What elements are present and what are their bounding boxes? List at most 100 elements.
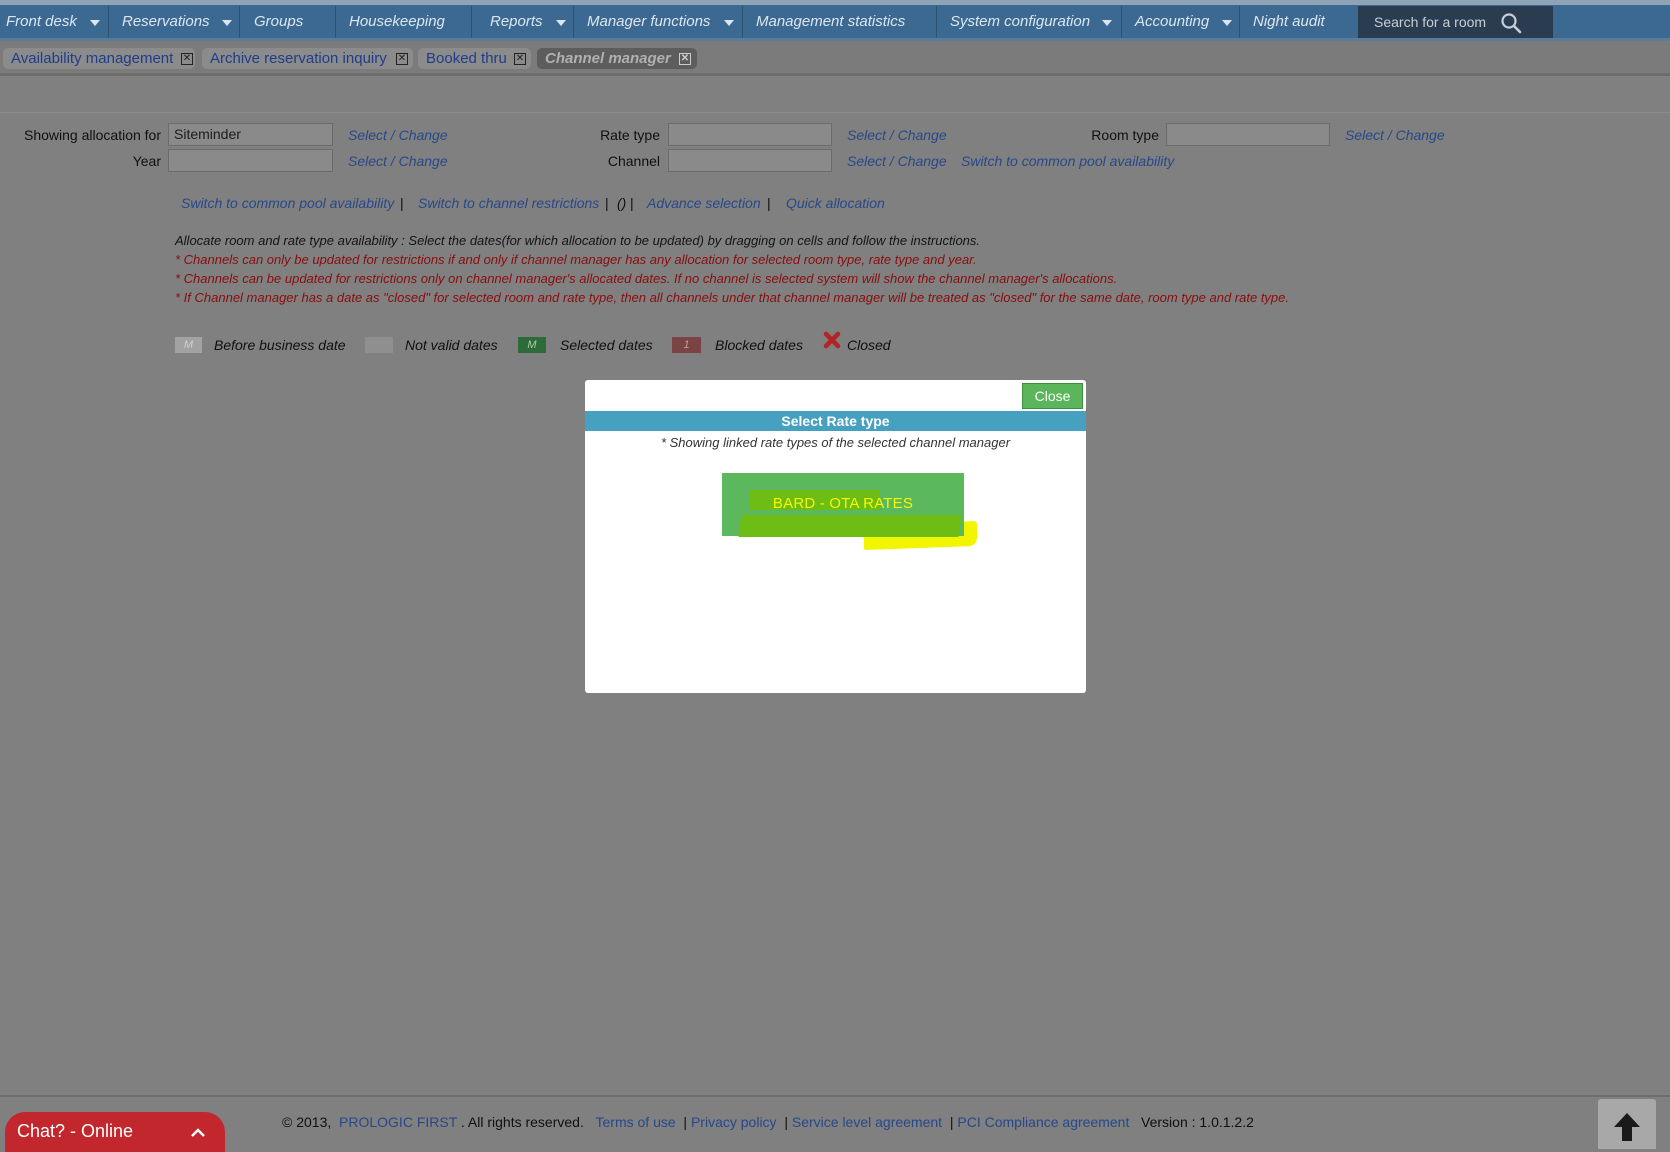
nav-label: System configuration (950, 13, 1091, 30)
nav-housekeeping[interactable]: Housekeeping (336, 6, 472, 38)
arrow-up-icon (1614, 1113, 1640, 1141)
chevron-down-icon (1102, 20, 1112, 26)
room-search-input[interactable]: Search for a room (1358, 6, 1553, 38)
legend-before-swatch: M (175, 337, 202, 353)
sla-link[interactable]: Service level agreement (792, 1114, 942, 1130)
close-icon[interactable]: ✕ (396, 53, 408, 65)
terms-link[interactable]: Terms of use (596, 1114, 676, 1130)
switch-restrictions-link[interactable]: Switch to channel restrictions (418, 195, 599, 211)
chevron-down-icon (556, 20, 566, 26)
legend-before-label: Before business date (214, 337, 346, 353)
switch-common-pool-link[interactable]: Switch to common pool availability (181, 195, 394, 211)
chevron-down-icon (222, 20, 232, 26)
tab-archive-reservation-inquiry[interactable]: Archive reservation inquiry ✕ (202, 48, 413, 69)
select-rate-type-dialog: Close Select Rate type * Showing linked … (585, 380, 1086, 693)
dialog-title: Select Rate type (585, 411, 1086, 431)
search-placeholder: Search for a room (1374, 14, 1487, 30)
nav-reservations[interactable]: Reservations (109, 6, 240, 38)
instructions-note: * Channels can be updated for restrictio… (175, 271, 1118, 286)
nav-label: Housekeeping (349, 13, 445, 30)
rate-type-label: Rate type (600, 127, 660, 143)
channel-select-link[interactable]: Select / Change (847, 153, 947, 169)
legend-selected-label: Selected dates (560, 337, 653, 353)
switch-common-pool-link[interactable]: Switch to common pool availability (961, 153, 1174, 169)
nav-label: Front desk (6, 13, 77, 30)
chevron-down-icon (1222, 20, 1232, 26)
rate-type-select-link[interactable]: Select / Change (847, 127, 947, 143)
copyright: © 2013, (282, 1114, 332, 1130)
channel-label: Channel (607, 153, 660, 169)
room-type-label: Room type (1091, 127, 1159, 143)
allocation-label: Showing allocation for (24, 127, 161, 143)
tab-label: Channel manager (545, 50, 671, 67)
year-field[interactable] (168, 149, 333, 172)
divider (0, 112, 1670, 113)
tab-booked-thru[interactable]: Booked thru ✕ (418, 48, 531, 69)
chat-label: Chat? - Online (17, 1121, 134, 1141)
allocation-field[interactable]: Siteminder (168, 123, 333, 146)
nav-management-statistics[interactable]: Management statistics (743, 6, 937, 38)
rate-type-field[interactable] (668, 123, 832, 146)
close-icon[interactable]: ✕ (679, 53, 691, 65)
nav-label: Manager functions (587, 13, 711, 30)
nav-label: Management statistics (756, 13, 906, 30)
instructions-note: * Channels can only be updated for restr… (175, 252, 977, 267)
allocation-select-link[interactable]: Select / Change (348, 127, 448, 143)
advance-selection-link[interactable]: Advance selection (647, 195, 761, 211)
tab-label: Archive reservation inquiry (210, 50, 387, 67)
privacy-link[interactable]: Privacy policy (691, 1114, 777, 1130)
nav-label: Groups (254, 13, 304, 30)
year-label: Year (132, 153, 161, 169)
main-nav: Front desk Reservations Groups Housekeep… (0, 0, 1670, 41)
nav-system-configuration[interactable]: System configuration (937, 6, 1122, 38)
instructions-note: * If Channel manager has a date as "clos… (175, 290, 1290, 305)
legend-invalid-swatch (365, 337, 393, 353)
search-icon[interactable] (1500, 12, 1522, 34)
closed-x-icon (823, 331, 841, 349)
room-type-field[interactable] (1166, 123, 1330, 146)
close-button[interactable]: Close (1022, 383, 1083, 409)
separator: | (605, 195, 609, 211)
nav-groups[interactable]: Groups (240, 6, 336, 38)
nav-front-desk[interactable]: Front desk (0, 6, 109, 38)
nav-accounting[interactable]: Accounting (1122, 6, 1240, 38)
pci-link[interactable]: PCI Compliance agreement (957, 1114, 1129, 1130)
tab-channel-manager[interactable]: Channel manager ✕ (537, 48, 697, 69)
nav-label: Reports (490, 13, 543, 30)
chevron-down-icon (90, 20, 100, 26)
highlight-marker (738, 515, 962, 537)
footer-divider (0, 1095, 1670, 1097)
legend-closed-label: Closed (847, 337, 891, 353)
empty-parens: () (617, 195, 627, 211)
nav-night-audit[interactable]: Night audit (1240, 6, 1358, 38)
tab-availability-management[interactable]: Availability management ✕ (3, 48, 195, 69)
close-icon[interactable]: ✕ (181, 53, 193, 65)
nav-reports[interactable]: Reports (472, 6, 574, 38)
chat-widget[interactable]: Chat? - Online (5, 1112, 225, 1152)
channel-field[interactable] (668, 149, 832, 172)
rate-option-button[interactable]: BARD - OTA RATES (722, 473, 964, 537)
close-icon[interactable]: ✕ (514, 53, 526, 65)
instructions-main: Allocate room and rate type availability… (175, 233, 981, 248)
legend-blocked-swatch: 1 (672, 337, 701, 353)
separator: | (630, 195, 634, 211)
nav-label: Night audit (1253, 13, 1325, 30)
chevron-down-icon (724, 20, 734, 26)
nav-label: Accounting (1135, 13, 1210, 30)
rate-option-label: BARD - OTA RATES (772, 495, 914, 512)
nav-top-strip (0, 0, 1670, 5)
nav-manager-functions[interactable]: Manager functions (574, 6, 743, 38)
chevron-up-icon[interactable] (190, 1128, 206, 1138)
open-tabs-bar: Availability management ✕ Archive reserva… (0, 41, 1670, 76)
footer: © 2013, PROLOGIC FIRST . All rights rese… (282, 1114, 1254, 1130)
separator: | (767, 195, 771, 211)
year-select-link[interactable]: Select / Change (348, 153, 448, 169)
rights-text: . All rights reserved. (460, 1114, 584, 1130)
tab-label: Booked thru (426, 50, 507, 67)
brand-link[interactable]: PROLOGIC FIRST (339, 1114, 457, 1130)
room-type-select-link[interactable]: Select / Change (1345, 127, 1445, 143)
nav-label: Reservations (122, 13, 210, 30)
quick-allocation-link[interactable]: Quick allocation (786, 195, 885, 211)
tab-label: Availability management (11, 50, 174, 67)
legend-blocked-label: Blocked dates (715, 337, 803, 353)
